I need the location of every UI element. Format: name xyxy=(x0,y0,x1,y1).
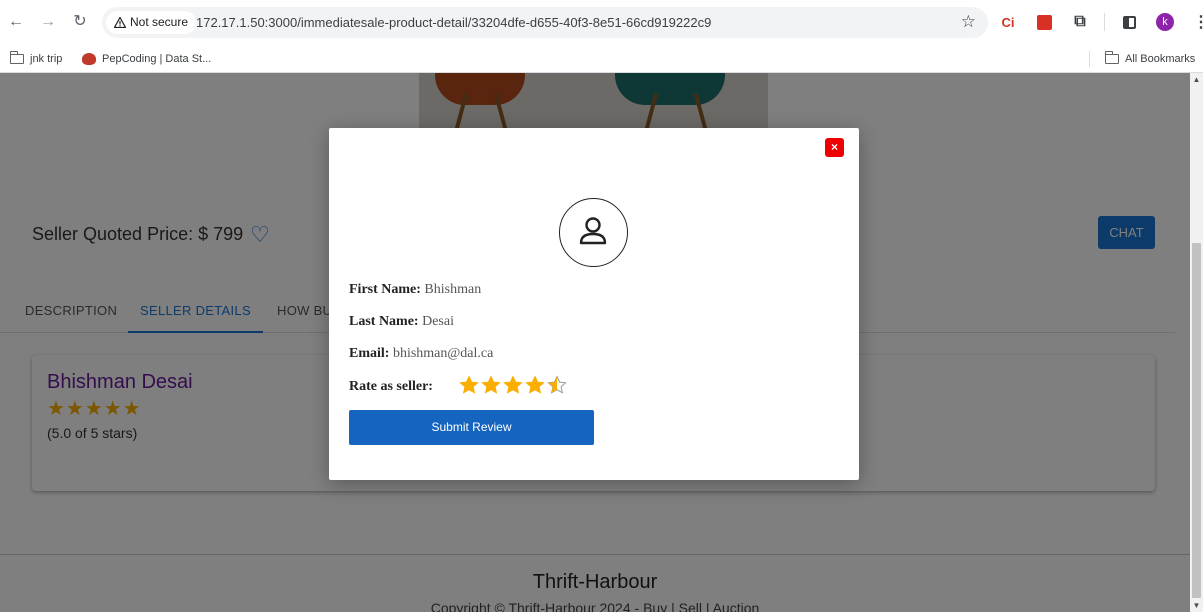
close-button[interactable]: × xyxy=(825,138,844,157)
email-value: bhishman@dal.ca xyxy=(392,346,494,361)
scroll-up-arrow[interactable]: ▲ xyxy=(1190,73,1203,86)
all-bookmarks[interactable]: All Bookmarks xyxy=(1104,45,1196,73)
submit-review-button[interactable]: Submit Review xyxy=(349,410,594,445)
last-name-row: Last Name: Desai xyxy=(349,314,454,330)
back-button[interactable]: ← xyxy=(6,12,26,32)
rating-star-2[interactable] xyxy=(481,375,501,395)
address-bar[interactable]: Not secure 172.17.1.50:3000/immediatesal… xyxy=(102,7,988,38)
last-name-value: Desai xyxy=(422,314,454,329)
folder-icon xyxy=(1104,51,1119,64)
puzzle-icon[interactable]: ⧉ xyxy=(1068,10,1092,34)
rate-label: Rate as seller: xyxy=(349,379,433,394)
rating-star-3[interactable] xyxy=(503,375,523,395)
rating-star-5[interactable] xyxy=(547,375,567,395)
security-chip[interactable]: Not secure xyxy=(106,11,197,34)
browser-toolbar: ← → ↻ Not secure 172.17.1.50:3000/immedi… xyxy=(0,0,1203,45)
last-name-label: Last Name: xyxy=(349,314,419,329)
extensions-area: Ci ⧉ k ⋮ xyxy=(996,10,1203,34)
url-text[interactable]: 172.17.1.50:3000/immediatesale-product-d… xyxy=(196,7,711,38)
profile-avatar[interactable]: k xyxy=(1153,10,1177,34)
all-bookmarks-label: All Bookmarks xyxy=(1125,53,1196,65)
bookmark-pepcoding[interactable]: PepCoding | Data St... xyxy=(82,45,211,73)
pepcoding-icon xyxy=(82,53,96,65)
first-name-value: Bhishman xyxy=(424,282,482,297)
rate-stars[interactable] xyxy=(459,375,567,395)
rating-star-4[interactable] xyxy=(525,375,545,395)
red-extension-icon[interactable] xyxy=(1032,10,1056,34)
rating-star-1[interactable] xyxy=(459,375,479,395)
page-scrollbar[interactable]: ▲ ▼ xyxy=(1190,73,1203,612)
scroll-thumb[interactable] xyxy=(1192,243,1201,598)
more-menu-icon[interactable]: ⋮ xyxy=(1189,10,1203,34)
email-row: Email: bhishman@dal.ca xyxy=(349,346,493,362)
reload-button[interactable]: ↻ xyxy=(70,12,90,32)
bookmark-label: PepCoding | Data St... xyxy=(102,53,212,65)
rate-row: Rate as seller: xyxy=(349,375,649,395)
security-label: Not secure xyxy=(130,15,189,29)
first-name-row: First Name: Bhishman xyxy=(349,282,481,298)
ci-extension-icon[interactable]: Ci xyxy=(996,10,1020,34)
first-name-label: First Name: xyxy=(349,282,421,297)
bookmarks-bar: jnk trip PepCoding | Data St... All Book… xyxy=(0,45,1203,73)
forward-button[interactable]: → xyxy=(38,12,58,32)
user-avatar-icon xyxy=(559,198,628,267)
scroll-down-arrow[interactable]: ▼ xyxy=(1190,599,1203,612)
warning-icon xyxy=(114,17,126,28)
bookmarks-divider xyxy=(1089,51,1090,67)
email-label: Email: xyxy=(349,346,390,361)
folder-icon xyxy=(9,51,24,64)
bookmark-star-icon[interactable]: ☆ xyxy=(961,12,976,32)
review-modal: × First Name: Bhishman Last Name: Desai … xyxy=(329,128,859,480)
bookmark-jnk-trip[interactable]: jnk trip xyxy=(9,45,63,73)
toolbar-divider xyxy=(1104,13,1105,31)
side-panel-icon[interactable] xyxy=(1117,10,1141,34)
bookmark-label: jnk trip xyxy=(30,53,63,65)
